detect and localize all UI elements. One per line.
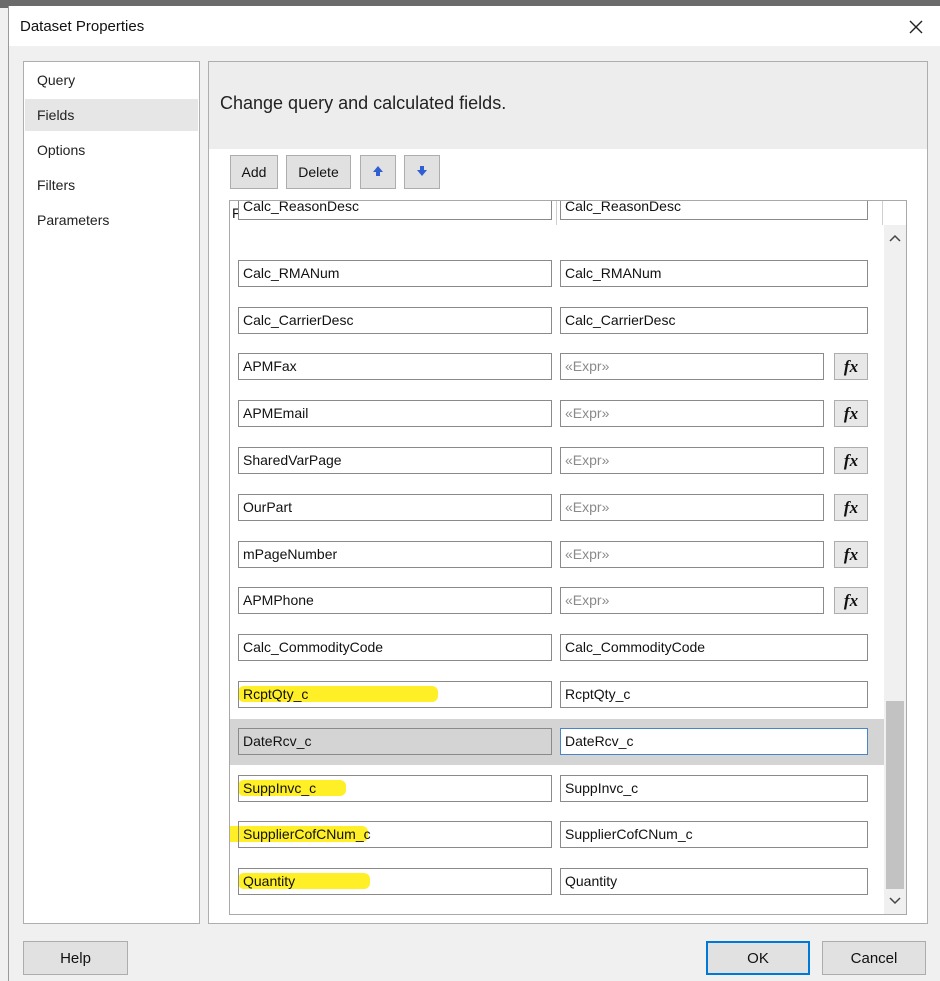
field-source-input[interactable]: Calc_CommodityCode: [560, 634, 868, 661]
vertical-scrollbar[interactable]: [884, 225, 906, 914]
add-button[interactable]: Add: [230, 155, 278, 189]
field-name-input[interactable]: SuppInvc_c: [238, 775, 552, 802]
arrow-up-icon: [371, 164, 385, 181]
field-source-input[interactable]: «Expr»: [560, 353, 824, 380]
expression-fx-button[interactable]: fx: [834, 541, 868, 568]
window-title: Dataset Properties: [20, 18, 145, 35]
table-row[interactable]: mPageNumber «Expr» fx: [230, 532, 884, 578]
table-row[interactable]: Calc_CommodityCode Calc_CommodityCode: [230, 625, 884, 671]
fx-icon: fx: [843, 403, 859, 423]
fx-icon: fx: [843, 450, 859, 470]
panel-header: Change query and calculated fields.: [209, 62, 927, 149]
table-row[interactable]: SupplierCofCNum_c SupplierCofCNum_c: [230, 812, 884, 858]
close-icon[interactable]: [901, 14, 931, 40]
field-name-input[interactable]: RcptQty_c: [238, 681, 552, 708]
table-row[interactable]: Calc_RMANum Calc_RMANum: [230, 251, 884, 297]
field-name-input[interactable]: mPageNumber: [238, 541, 552, 568]
expression-fx-button[interactable]: fx: [834, 400, 868, 427]
field-source-input[interactable]: «Expr»: [560, 447, 824, 474]
ok-button[interactable]: OK: [706, 941, 810, 975]
table-row[interactable]: DateRcv_c DateRcv_c: [230, 719, 884, 765]
scrollbar-thumb[interactable]: [886, 701, 904, 889]
field-source-input[interactable]: RcptQty_c: [560, 681, 868, 708]
table-row[interactable]: APMEmail «Expr» fx: [230, 391, 884, 437]
fields-panel: Change query and calculated fields. Add …: [208, 61, 928, 924]
field-name-input[interactable]: SharedVarPage: [238, 447, 552, 474]
field-source-input[interactable]: SuppInvc_c: [560, 775, 868, 802]
dialog-body: Query Fields Options Filters Parameters …: [9, 46, 940, 981]
expression-fx-button[interactable]: fx: [834, 353, 868, 380]
field-source-input[interactable]: Calc_RMANum: [560, 260, 868, 287]
move-down-button[interactable]: [404, 155, 440, 189]
scroll-down-icon[interactable]: [884, 891, 906, 911]
field-source-input[interactable]: Calc_CarrierDesc: [560, 307, 868, 334]
nav-item-query[interactable]: Query: [25, 64, 198, 96]
field-source-input[interactable]: SupplierCofCNum_c: [560, 821, 868, 848]
expression-fx-button[interactable]: fx: [834, 587, 868, 614]
table-row[interactable]: Calc_ReasonDesc Calc_ReasonDesc: [230, 201, 884, 250]
nav-item-fields[interactable]: Fields: [25, 99, 198, 131]
table-row[interactable]: Quantity Quantity: [230, 859, 884, 905]
field-name-input[interactable]: SupplierCofCNum_c: [238, 821, 552, 848]
table-row[interactable]: Calc_CarrierDesc Calc_CarrierDesc: [230, 298, 884, 344]
field-name-input[interactable]: Calc_CarrierDesc: [238, 307, 552, 334]
scroll-up-icon[interactable]: [884, 228, 906, 248]
expression-fx-button[interactable]: fx: [834, 494, 868, 521]
fields-grid: Field Name Field Source Calc_ReasonDescC…: [229, 200, 907, 915]
field-source-input[interactable]: Calc_ReasonDesc: [560, 201, 868, 220]
table-row[interactable]: SuppInvc_c SuppInvc_c: [230, 766, 884, 812]
field-name-input[interactable]: APMPhone: [238, 587, 552, 614]
fx-icon: fx: [843, 544, 859, 564]
arrow-down-icon: [415, 164, 429, 181]
fx-icon: fx: [843, 356, 859, 376]
table-row[interactable]: APMPhone «Expr» fx: [230, 578, 884, 624]
nav-item-filters[interactable]: Filters: [25, 169, 198, 201]
table-row[interactable]: SharedVarPage «Expr» fx: [230, 438, 884, 484]
table-row[interactable]: RcptQty_c RcptQty_c: [230, 672, 884, 718]
field-name-input[interactable]: APMFax: [238, 353, 552, 380]
field-name-input[interactable]: Calc_RMANum: [238, 260, 552, 287]
table-row[interactable]: OurPart «Expr» fx: [230, 485, 884, 531]
field-source-input[interactable]: «Expr»: [560, 587, 824, 614]
nav-item-parameters[interactable]: Parameters: [25, 204, 198, 236]
field-source-input[interactable]: «Expr»: [560, 541, 824, 568]
nav-list: Query Fields Options Filters Parameters: [23, 61, 200, 924]
help-button[interactable]: Help: [23, 941, 128, 975]
field-source-input[interactable]: Quantity: [560, 868, 868, 895]
panel-title: Change query and calculated fields.: [220, 93, 507, 113]
field-name-input[interactable]: Calc_ReasonDesc: [238, 201, 552, 220]
field-name-input[interactable]: APMEmail: [238, 400, 552, 427]
cancel-button[interactable]: Cancel: [822, 941, 926, 975]
field-name-input[interactable]: OurPart: [238, 494, 552, 521]
field-name-input[interactable]: Calc_CommodityCode: [238, 634, 552, 661]
move-up-button[interactable]: [360, 155, 396, 189]
fx-icon: fx: [843, 497, 859, 517]
delete-button[interactable]: Delete: [286, 155, 351, 189]
table-row[interactable]: APMFax «Expr» fx: [230, 344, 884, 390]
field-source-input[interactable]: «Expr»: [560, 400, 824, 427]
fx-icon: fx: [843, 590, 859, 610]
field-name-input[interactable]: Quantity: [238, 868, 552, 895]
dataset-properties-dialog: Dataset Properties Query Fields Options …: [8, 6, 940, 981]
field-name-input[interactable]: DateRcv_c: [238, 728, 552, 755]
nav-item-options[interactable]: Options: [25, 134, 198, 166]
field-source-input[interactable]: DateRcv_c: [560, 728, 868, 755]
expression-fx-button[interactable]: fx: [834, 447, 868, 474]
field-source-input[interactable]: «Expr»: [560, 494, 824, 521]
title-bar: Dataset Properties: [9, 6, 940, 46]
